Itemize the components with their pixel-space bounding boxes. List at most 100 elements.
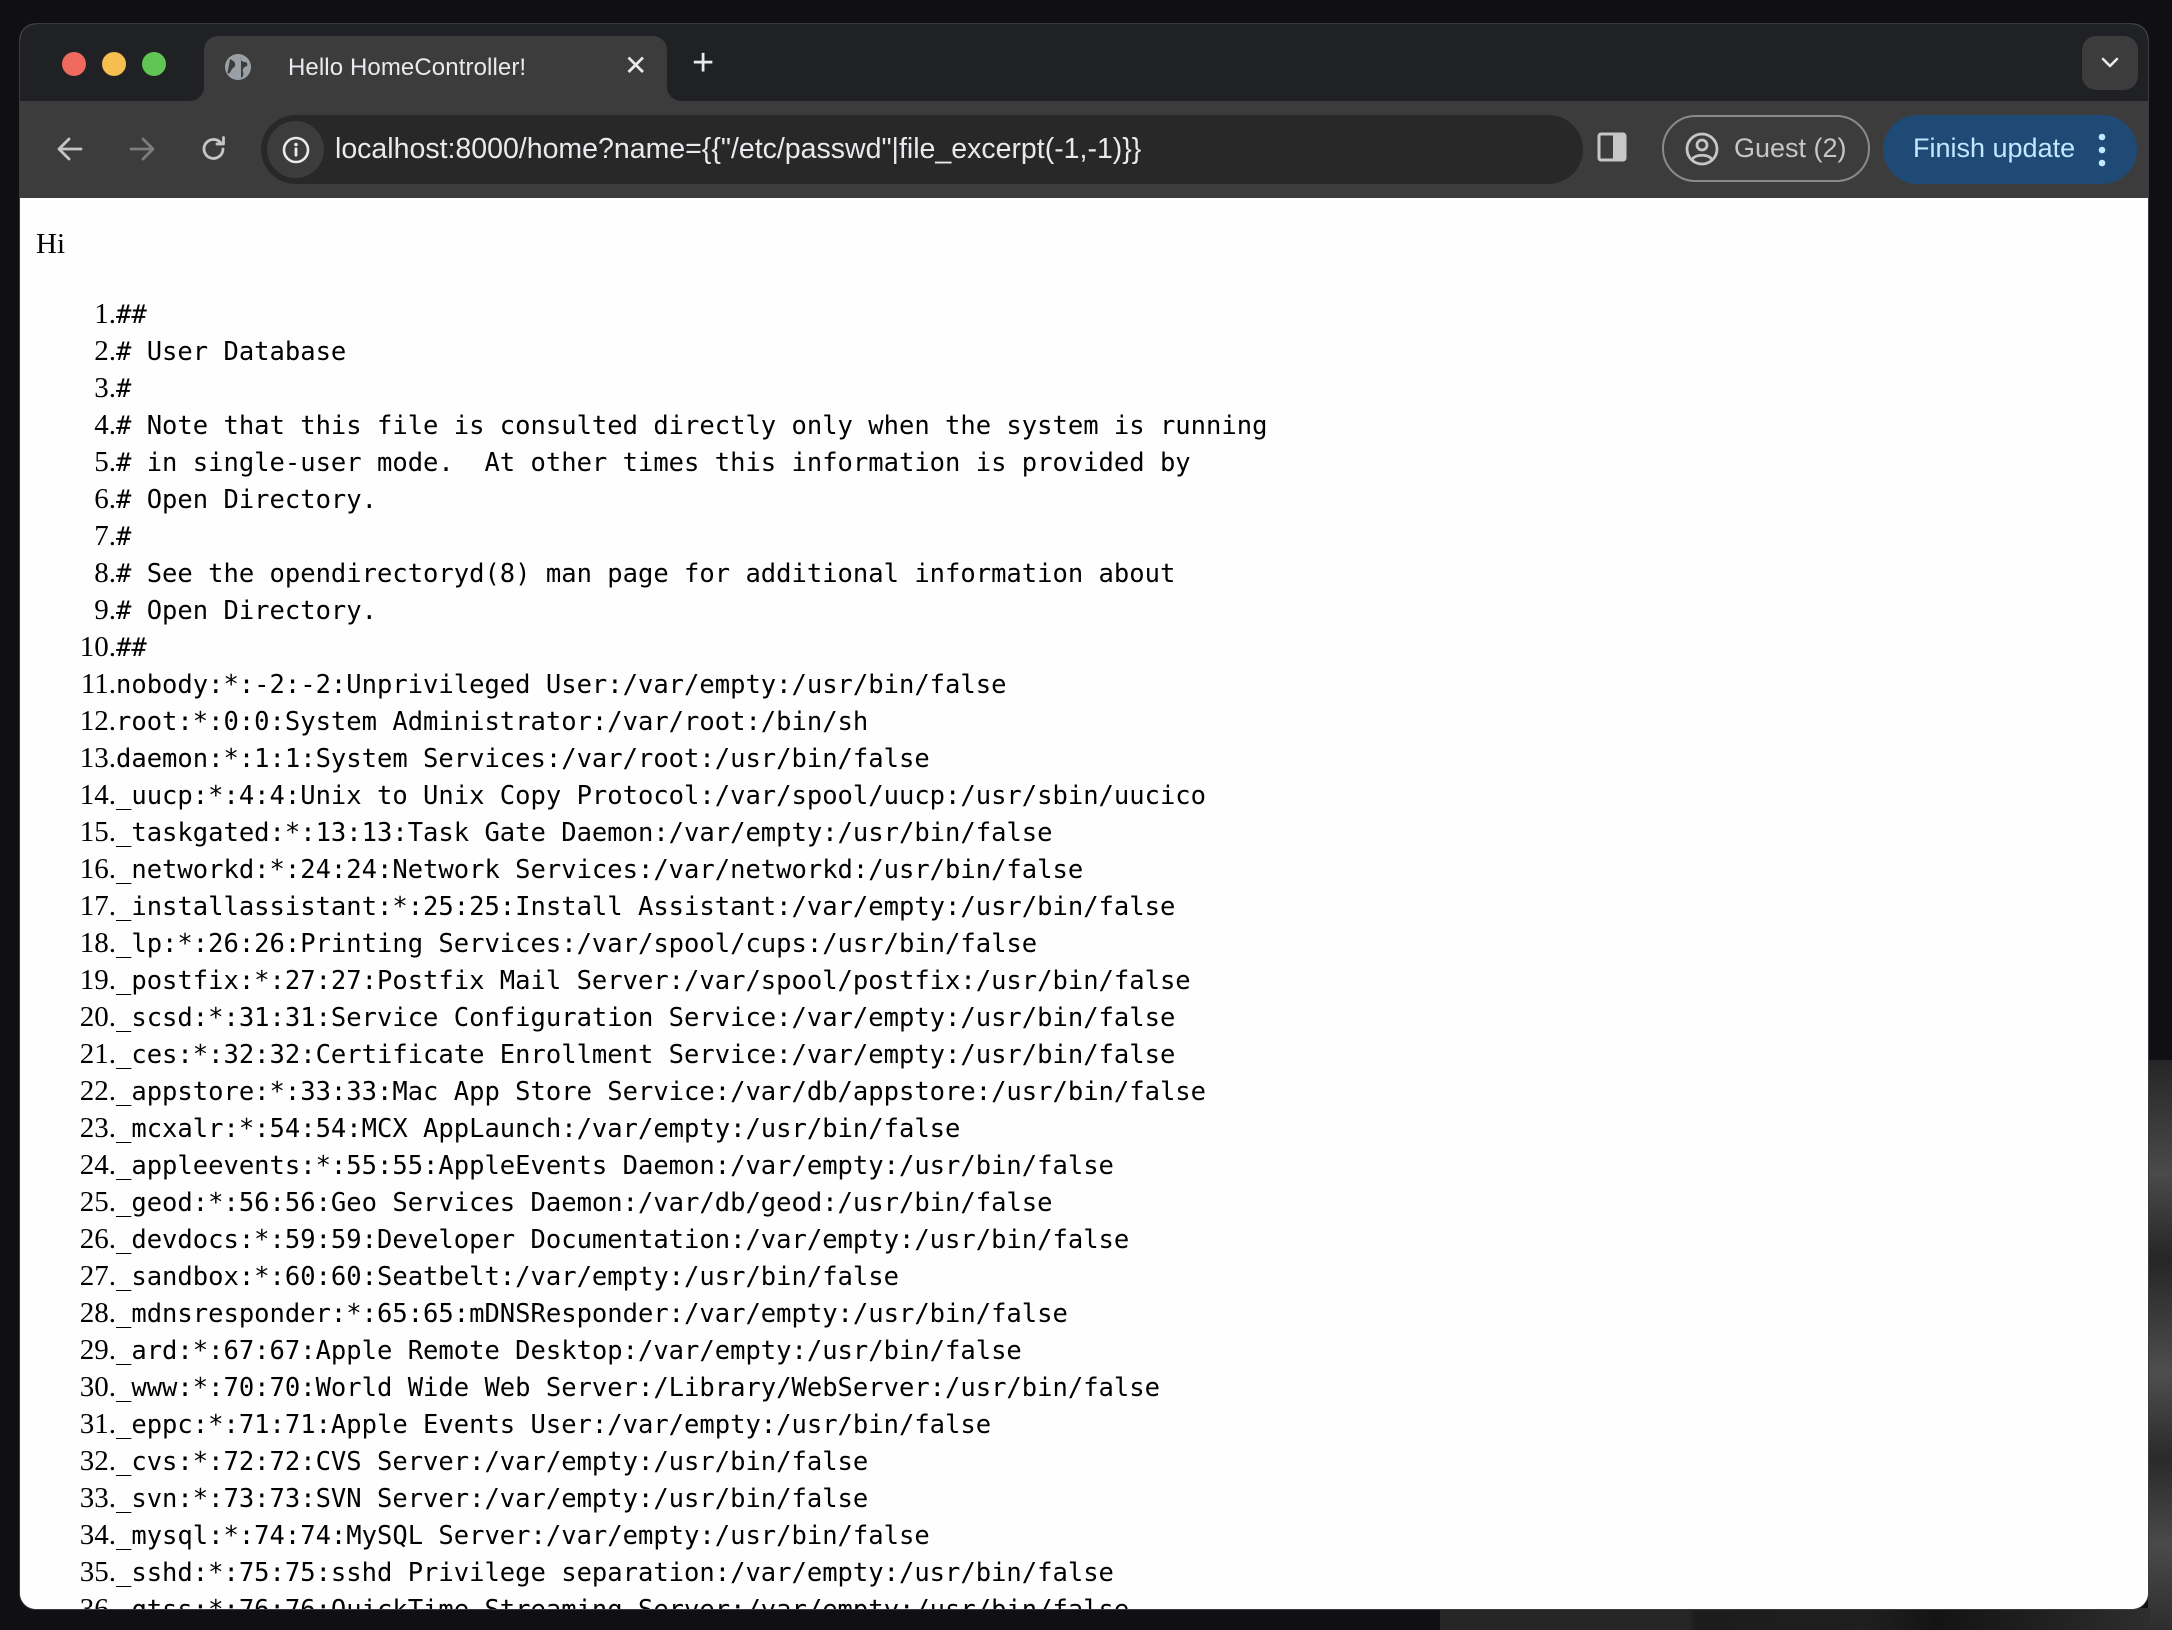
line-text: _installassistant:*:25:25:Install Assist… xyxy=(116,892,1176,922)
line-number: 4. xyxy=(94,409,116,441)
line-text: # Open Directory. xyxy=(116,596,377,626)
file-line: 21. _ces:*:32:32:Certificate Enrollment S… xyxy=(80,1036,1267,1073)
line-number: 32. xyxy=(79,1445,116,1477)
file-line: 31. _eppc:*:71:71:Apple Events User:/var/… xyxy=(80,1406,1267,1443)
line-number: 7. xyxy=(94,520,116,552)
close-tab-icon[interactable]: ✕ xyxy=(624,52,647,80)
line-text: _appleevents:*:55:55:AppleEvents Daemon:… xyxy=(116,1151,1114,1181)
new-tab-button[interactable]: + xyxy=(692,44,714,82)
back-button[interactable] xyxy=(50,129,90,169)
file-line: 36._qtss:*:76:76:QuickTime Streaming Ser… xyxy=(80,1591,1267,1609)
line-text: _appstore:*:33:33:Mac App Store Service:… xyxy=(116,1077,1207,1107)
file-line: 3. # xyxy=(94,370,1267,407)
file-line: 13. daemon:*:1:1:System Services:/var/roo… xyxy=(80,740,1267,777)
line-text: _mdnsresponder:*:65:65:mDNSResponder:/va… xyxy=(116,1299,1068,1329)
line-text: _mcxalr:*:54:54:MCX AppLaunch:/var/empty… xyxy=(116,1114,961,1144)
file-line: 30. _www:*:70:70:World Wide Web Server:/L… xyxy=(80,1369,1267,1406)
line-text: _ard:*:67:67:Apple Remote Desktop:/var/e… xyxy=(116,1336,1022,1366)
reload-icon xyxy=(202,136,225,160)
profile-button[interactable]: Guest (2) xyxy=(1662,115,1870,182)
line-number: 26. xyxy=(79,1223,116,1255)
line-number: 11. xyxy=(80,668,116,700)
info-icon xyxy=(282,136,309,163)
line-text: _taskgated:*:13:13:Task Gate Daemon:/var… xyxy=(116,818,1053,848)
file-line: 25. _geod:*:56:56:Geo Services Daemon:/va… xyxy=(80,1184,1267,1221)
line-text: ## xyxy=(116,633,147,663)
desktop-wallpaper-shape xyxy=(2148,1060,2172,1630)
line-text: ## xyxy=(116,300,147,330)
line-text: _lp:*:26:26:Printing Services:/var/spool… xyxy=(116,929,1038,959)
file-line: 9. # Open Directory. xyxy=(94,592,1267,629)
url-input[interactable]: localhost:8000/home?name={{"/etc/passwd"… xyxy=(335,133,1141,166)
line-text: _sshd:*:75:75:sshd Privilege separation:… xyxy=(116,1558,1114,1588)
file-line: 8. # See the opendirectoryd(8) man page f… xyxy=(94,555,1267,592)
file-line: 18. _lp:*:26:26:Printing Services:/var/sp… xyxy=(80,925,1267,962)
file-line: 4. # Note that this file is consulted dir… xyxy=(94,407,1267,444)
line-text: # xyxy=(116,522,132,552)
file-line: 24. _appleevents:*:55:55:AppleEvents Daem… xyxy=(80,1147,1267,1184)
line-number: 33. xyxy=(79,1482,116,1514)
line-text: _networkd:*:24:24:Network Services:/var/… xyxy=(116,855,1084,885)
tab-title: Hello HomeController! xyxy=(288,54,527,81)
line-text: _uucp:*:4:4:Unix to Unix Copy Protocol:/… xyxy=(116,781,1207,811)
line-number: 12. xyxy=(79,705,116,737)
file-line: 7. # xyxy=(94,518,1267,555)
minimize-window-button[interactable] xyxy=(102,52,126,76)
line-text: _ces:*:32:32:Certificate Enrollment Serv… xyxy=(116,1040,1176,1070)
line-number: 30. xyxy=(79,1371,116,1403)
file-line: 27. _sandbox:*:60:60:Seatbelt:/var/empty:… xyxy=(80,1258,1267,1295)
line-number: 15. xyxy=(79,816,116,848)
line-text: _mysql:*:74:74:MySQL Server:/var/empty:/… xyxy=(116,1521,930,1551)
file-line: 22. _appstore:*:33:33:Mac App Store Servi… xyxy=(80,1073,1267,1110)
line-number: 35. xyxy=(79,1556,116,1588)
line-text: root:*:0:0:System Administrator:/var/roo… xyxy=(116,707,869,737)
line-number: 14. xyxy=(79,779,116,811)
line-number: 8. xyxy=(94,557,116,589)
finish-update-button[interactable]: Finish update xyxy=(1883,115,2137,184)
tab-active[interactable]: Hello HomeController! ✕ xyxy=(204,36,667,101)
finish-update-label: Finish update xyxy=(1913,133,2076,163)
line-text: _postfix:*:27:27:Postfix Mail Server:/va… xyxy=(116,966,1191,996)
file-line: 35. _sshd:*:75:75:sshd Privilege separati… xyxy=(80,1554,1267,1591)
side-panel-icon xyxy=(1597,132,1627,162)
file-line: 34. _mysql:*:74:74:MySQL Server:/var/empt… xyxy=(80,1517,1267,1554)
line-number: 24. xyxy=(79,1149,116,1181)
line-number: 13. xyxy=(79,742,116,774)
site-info-button[interactable] xyxy=(267,121,324,178)
file-line: 16. _networkd:*:24:24:Network Services:/v… xyxy=(80,851,1267,888)
line-text: # See the opendirectoryd(8) man page for… xyxy=(116,559,1176,589)
line-number: 18. xyxy=(79,927,116,959)
file-line: 17. _installassistant:*:25:25:Install Ass… xyxy=(80,888,1267,925)
line-number: 21. xyxy=(79,1038,116,1070)
file-line: 23. _mcxalr:*:54:54:MCX AppLaunch:/var/em… xyxy=(80,1110,1267,1147)
line-text: _devdocs:*:59:59:Developer Documentation… xyxy=(116,1225,1130,1255)
file-line: 10. ## xyxy=(80,629,1267,666)
kebab-menu-icon[interactable] xyxy=(2097,132,2107,168)
profile-label: Guest (2) xyxy=(1734,133,1847,163)
arrow-left-icon xyxy=(57,137,83,161)
file-line: 1. ## xyxy=(94,296,1267,333)
tab-search-button[interactable] xyxy=(2082,36,2138,90)
file-line: 20. _scsd:*:31:31:Service Configuration S… xyxy=(80,999,1267,1036)
file-excerpt-list: 1. ## 2. # User Database 3. #4. # Note that th… xyxy=(20,296,1268,1609)
file-line: 29. _ard:*:67:67:Apple Remote Desktop:/va… xyxy=(80,1332,1267,1369)
line-number: 22. xyxy=(79,1075,116,1107)
line-number: 34. xyxy=(79,1519,116,1551)
line-number: 27. xyxy=(79,1260,116,1292)
close-window-button[interactable] xyxy=(62,52,86,76)
desktop-wallpaper-shape xyxy=(1440,1608,2150,1630)
line-number: 1. xyxy=(94,298,116,330)
line-text: _sandbox:*:60:60:Seatbelt:/var/empty:/us… xyxy=(116,1262,899,1292)
file-line: 26. _devdocs:*:59:59:Developer Documentat… xyxy=(80,1221,1267,1258)
line-text: # Open Directory. xyxy=(116,485,377,515)
greeting-text: Hi xyxy=(36,228,65,260)
globe-icon xyxy=(225,54,251,80)
forward-button[interactable] xyxy=(122,129,162,169)
zoom-window-button[interactable] xyxy=(142,52,166,76)
reload-button[interactable] xyxy=(194,129,234,169)
side-panel-button[interactable] xyxy=(1596,131,1636,171)
line-number: 3. xyxy=(94,372,116,404)
file-line: 32. _cvs:*:72:72:CVS Server:/var/empty:/u… xyxy=(80,1443,1267,1480)
address-bar[interactable]: localhost:8000/home?name={{"/etc/passwd"… xyxy=(261,115,1583,184)
line-text: _geod:*:56:56:Geo Services Daemon:/var/d… xyxy=(116,1188,1053,1218)
